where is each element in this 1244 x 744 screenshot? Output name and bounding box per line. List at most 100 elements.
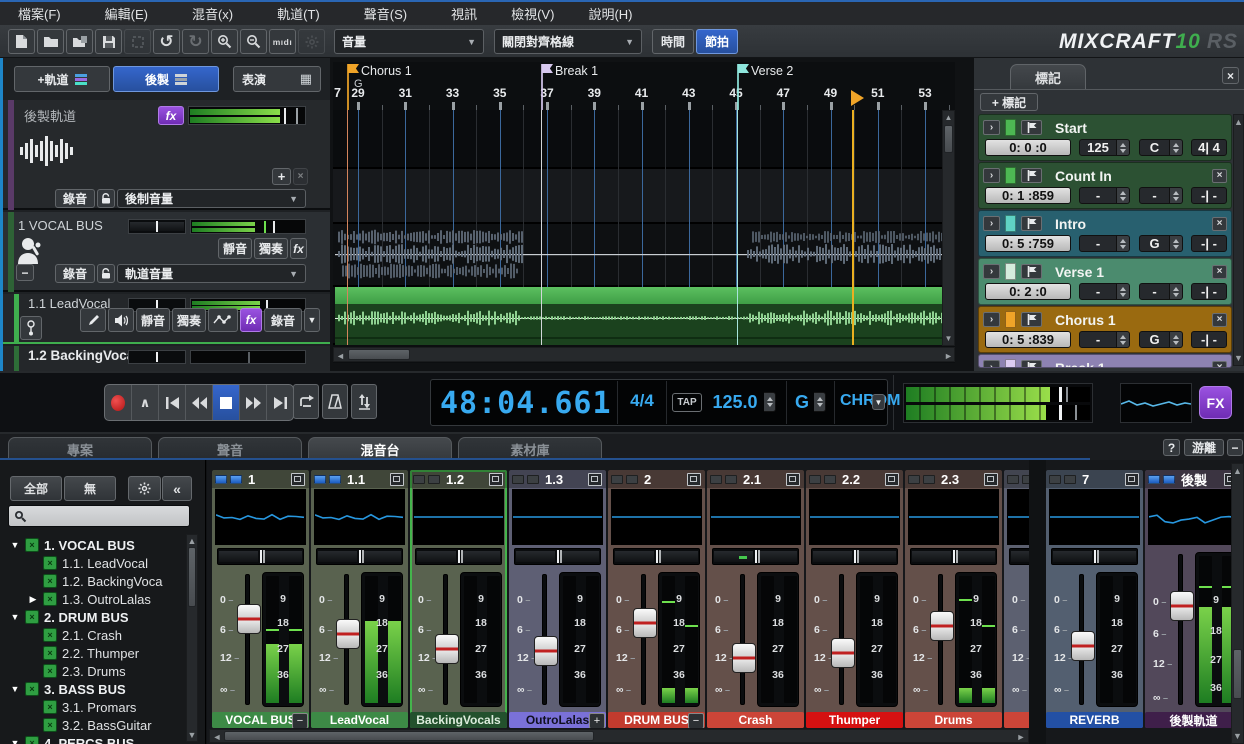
zoom-out-icon[interactable] [240,29,267,54]
tree-item-1-2-backingvoca[interactable]: ×1.2. BackingVoca [0,572,184,590]
beat-mode-button[interactable]: 節拍 [696,29,738,54]
strip-name-label[interactable]: Drums [905,712,1002,728]
strip-name-label[interactable]: Thumper [806,712,903,728]
open-project-icon[interactable] [37,29,64,54]
scroll-up-icon[interactable]: ▲ [943,113,954,122]
automation-curve-icon[interactable] [208,308,238,332]
track-checkbox[interactable]: × [25,610,39,624]
rewind-button[interactable] [186,385,213,420]
menu-item-video[interactable]: 視訊 [441,1,487,26]
channel-led[interactable] [1064,475,1076,484]
collapse-sidebar-icon[interactable]: « [162,476,192,501]
timeline-area[interactable]: 729313335373941434547495153Chorus 1GBrea… [333,62,955,363]
menu-item-help[interactable]: 說明(H) [578,1,642,26]
channel-led[interactable] [1148,475,1160,484]
tab-mixer[interactable]: 混音台 [308,437,452,460]
channel-led[interactable] [527,475,539,484]
volume-fader[interactable] [1071,631,1095,661]
time-mode-button[interactable]: 時間 [652,29,694,54]
help-button[interactable]: ? [1163,439,1180,456]
marker-tempo-spinner[interactable] [1117,187,1130,204]
record-button[interactable] [105,385,132,420]
key-display[interactable]: G [790,392,814,413]
popout-icon[interactable] [291,473,305,486]
strip-pan[interactable] [811,548,898,565]
marker-color-swatch[interactable] [1005,263,1016,280]
lock-icon[interactable] [97,189,115,208]
search-input[interactable] [8,505,190,527]
timeline-hscroll-handle[interactable] [348,349,410,360]
strip-name-label[interactable]: 後製軌道 [1145,712,1231,728]
marker-tempo-field[interactable]: - [1079,283,1117,300]
master-track-tab[interactable]: 後製 [113,66,219,92]
master-fx-button[interactable]: fx [158,106,184,125]
vocal-bus-solo-button[interactable]: 獨奏 [254,238,288,259]
tab-sound[interactable]: 聲音 [158,437,302,460]
flag-icon[interactable] [1021,312,1042,327]
expand-arrow-icon[interactable]: ▶ [26,594,40,605]
close-icon[interactable]: × [1222,67,1239,84]
channel-led[interactable] [230,475,242,484]
go-to-end-button[interactable] [267,385,293,420]
menu-item-file[interactable]: 檔案(F) [8,1,71,26]
close-icon[interactable]: × [1212,313,1227,327]
tree-item-4-percs-bus[interactable]: ▼×4. PERCS BUS [0,734,184,744]
marker-color-swatch[interactable] [1005,215,1016,232]
track-checkbox[interactable]: × [25,736,39,744]
marker-card-break-1[interactable]: ›Break 1× [978,354,1232,368]
channel-led[interactable] [512,475,524,484]
channel-led[interactable] [923,475,935,484]
marker-time-field[interactable]: 0: 5 :839 [985,331,1071,348]
channel-led[interactable] [1163,475,1175,484]
popout-icon[interactable] [984,473,998,486]
strip-eq-display[interactable] [611,489,702,545]
channel-led[interactable] [611,475,623,484]
marker-key-spinner[interactable] [1170,283,1183,300]
popout-icon[interactable] [390,473,404,486]
channel-led[interactable] [908,475,920,484]
performance-button[interactable]: 表演 ▦ [233,66,321,92]
collapse-sends-button[interactable]: − [292,713,308,728]
strip-eq-display[interactable] [809,489,900,545]
volume-fader[interactable] [534,636,558,666]
snap-grid-dropdown[interactable]: 關閉對齊格線▼ [494,29,642,54]
marker-tempo-field[interactable]: - [1079,235,1117,252]
marker-key-spinner[interactable] [1170,235,1183,252]
vocal-bus-automation-dropdown[interactable]: 軌道音量▼ [117,264,306,283]
strip-eq-display[interactable] [215,489,306,545]
close-icon[interactable]: × [1212,265,1227,279]
menu-item-sound[interactable]: 聲音(S) [354,1,417,26]
track-checkbox[interactable]: × [25,682,39,696]
marker-tempo-field[interactable]: - [1079,331,1117,348]
marker-expand-button[interactable]: › [983,168,1000,183]
scroll-down-icon[interactable]: ▼ [943,334,954,343]
playhead-line[interactable] [852,110,854,345]
add-track-button[interactable]: +軌道 [14,66,110,92]
marker-expand-button[interactable]: › [983,120,1000,135]
strip-pan[interactable] [514,548,601,565]
volume-fader[interactable] [237,604,261,634]
marker-tempo-field[interactable]: 125 [1079,139,1117,156]
metronome-icon[interactable] [322,384,348,419]
timeline-vscrollbar[interactable]: ▲▼ [942,110,955,346]
close-icon[interactable]: × [1212,361,1227,369]
mixer-vscrollbar[interactable]: ▲▼ [1231,463,1244,744]
strip-pan[interactable] [1009,548,1029,565]
gear-icon[interactable] [298,29,325,54]
draw-pencil-icon[interactable] [80,308,106,332]
marker-key-field[interactable]: C [1139,139,1170,156]
marker-card-verse-1[interactable]: ›Verse 1×0: 2 :0---| - [978,258,1232,305]
marker-key-field[interactable]: G [1139,331,1170,348]
tree-item-3-1-promars[interactable]: ×3.1. Promars [0,698,184,716]
popout-icon[interactable] [687,473,701,486]
channel-led[interactable] [428,475,440,484]
strip-pan[interactable] [316,548,403,565]
timeline-lane-1[interactable] [333,169,955,224]
marker-sig-field[interactable]: -| - [1191,235,1227,252]
leadvocal-record-arm-button[interactable]: 錄音 [264,308,302,332]
volume-fader[interactable] [831,638,855,668]
marker-expand-button[interactable]: › [983,216,1000,231]
strip-pan[interactable] [910,548,997,565]
master-record-arm-button[interactable]: 錄音 [55,189,95,208]
track-checkbox[interactable]: × [43,646,57,660]
